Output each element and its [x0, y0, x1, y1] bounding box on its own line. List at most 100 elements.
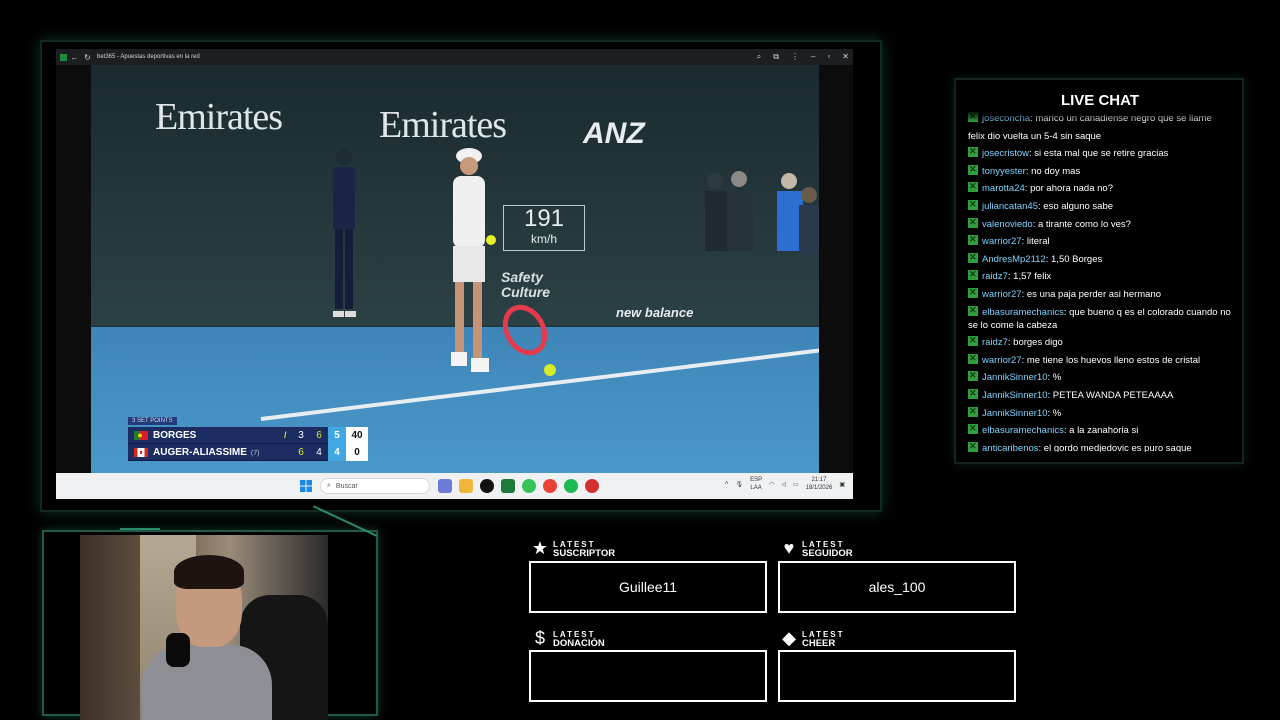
chat-username[interactable]: elbasuramechanics: [982, 425, 1064, 436]
chat-username[interactable]: JannikSinner10: [982, 390, 1048, 401]
tennis-ball-figure: [544, 364, 556, 376]
chat-username[interactable]: raidz7: [982, 337, 1008, 348]
minimize-icon[interactable]: –: [811, 52, 815, 62]
chat-badge-icon: [968, 369, 978, 382]
chat-badge-icon: [968, 233, 978, 246]
search-icon: ⌕: [327, 482, 331, 489]
latest-subscriber-header: ★ LATEST SUSCRIPTOR: [529, 538, 615, 559]
extension-icon[interactable]: ⧉: [773, 52, 779, 62]
set-points-label: 3 SET POINTS: [128, 417, 177, 425]
crowd-figure: [705, 171, 819, 255]
back-arrow-icon[interactable]: ←: [71, 53, 79, 62]
copilot-icon[interactable]: [438, 479, 452, 493]
chat-message: raidz7: 1,57 felix: [968, 268, 1233, 283]
language-indicator[interactable]: ESP LAA: [750, 476, 762, 492]
chat-text: literal: [1026, 236, 1050, 248]
player-2-name-wrap: AUGER-ALIASSIME (7): [153, 447, 284, 458]
chat-username[interactable]: marotta24: [982, 183, 1025, 194]
chat-text: eso alguno sabe: [1043, 200, 1114, 212]
chat-message: juliancatan45: eso alguno sabe: [968, 198, 1233, 213]
chat-message: marotta24: por ahora nada no?: [968, 180, 1233, 195]
portugal-flag-icon: [134, 430, 148, 440]
tiktok-icon[interactable]: [480, 479, 494, 493]
player-2-name: AUGER-ALIASSIME: [153, 446, 247, 458]
microphone-icon[interactable]: 🎙: [735, 481, 743, 488]
chat-message: elbasuramechanics: que bueno q es el col…: [968, 304, 1233, 332]
windows-taskbar: ⌕ Buscar ˄ 🎙 ESP LAA ◠ ◁ ▭ 21:17 18/1/20…: [56, 473, 853, 499]
chat-message-list[interactable]: joseconcha: marico un canadiense negro q…: [968, 112, 1233, 452]
chat-badge-icon: [968, 352, 978, 365]
restore-icon[interactable]: ▫: [827, 52, 830, 62]
frame-accent-line: [120, 528, 160, 530]
heart-icon: ♥: [783, 538, 795, 558]
chat-username[interactable]: JannikSinner10: [982, 372, 1048, 383]
chat-username[interactable]: AndresMp2112: [982, 254, 1046, 265]
battery-icon[interactable]: ▭: [793, 481, 799, 488]
chrome-icon[interactable]: [543, 479, 557, 493]
chat-text: es una paja perder asi hermano: [1026, 288, 1162, 300]
chat-badge-icon: [968, 405, 978, 418]
clock[interactable]: 21:17 18/1/2026: [806, 476, 833, 492]
close-icon[interactable]: ✕: [842, 52, 849, 62]
chat-text: no doy mas: [1031, 165, 1081, 177]
chat-username[interactable]: juliancatan45: [982, 201, 1038, 212]
reload-icon[interactable]: ↻: [84, 53, 91, 62]
chat-message: tonyyester: no doy mas: [968, 163, 1233, 178]
spotify-icon[interactable]: [564, 479, 578, 493]
chat-text: %: [1052, 372, 1062, 384]
chat-badge-icon: [968, 163, 978, 176]
chat-message: valenoviedo: a tirante como lo ves?: [968, 216, 1233, 231]
chat-username[interactable]: josecristow: [982, 148, 1029, 159]
safety-text: Safety: [501, 269, 544, 285]
star-icon: ★: [531, 538, 549, 558]
donation-label: DONACIÓN: [553, 637, 605, 649]
wifi-icon[interactable]: ◠: [769, 481, 774, 488]
latest-cheer-box: [778, 650, 1016, 702]
taskbar-apps: [438, 479, 599, 493]
zoom-icon[interactable]: ⌕: [757, 52, 761, 62]
chat-badge-icon: [968, 198, 978, 211]
player-1-set-2: 6: [316, 429, 322, 441]
tray-chevron-up-icon[interactable]: ˄: [725, 481, 729, 487]
dollar-icon: $: [534, 628, 545, 648]
chat-username[interactable]: tonyyester: [982, 166, 1026, 177]
chat-username[interactable]: warrior27: [982, 289, 1022, 300]
chat-text: a tirante como lo ves?: [1038, 218, 1131, 230]
chat-username[interactable]: warrior27: [982, 355, 1022, 366]
chat-username[interactable]: JannikSinner10: [982, 408, 1048, 419]
whatsapp-icon[interactable]: [522, 479, 536, 493]
chat-badge-icon: [968, 422, 978, 435]
notification-icon[interactable]: ▣: [839, 481, 845, 488]
chat-username[interactable]: warrior27: [982, 236, 1022, 247]
chat-username[interactable]: valenoviedo: [982, 219, 1033, 230]
chat-message: warrior27: es una paja perder asi herman…: [968, 286, 1233, 301]
bet365-app-icon[interactable]: [501, 479, 515, 493]
taskbar-search-label: Buscar: [335, 482, 358, 490]
scoreboard: 3 SET POINTS BORGES / 3 6 5 40 AUGER-ALI…: [128, 409, 368, 461]
more-menu-icon[interactable]: ⋮: [791, 52, 799, 62]
match-video[interactable]: Emirates Emirates ANZ 191 km/h Safety Cu…: [91, 65, 819, 473]
chat-username[interactable]: elbasuramechanics: [982, 307, 1064, 318]
streamer-hair: [174, 555, 244, 589]
player-2-set-2: 4: [316, 446, 322, 458]
chat-text: si esta mal que se retire gracias: [1034, 148, 1169, 160]
chat-username[interactable]: raidz7: [982, 271, 1008, 282]
chat-text: borges digo: [1013, 337, 1063, 349]
chat-badge-icon: [968, 268, 978, 281]
chat-username[interactable]: anticaribenos: [982, 443, 1039, 452]
chat-badge-icon: [968, 334, 978, 347]
tennis-player-figure: [451, 148, 496, 372]
taskbar-search-box[interactable]: ⌕ Buscar: [320, 478, 430, 494]
system-tray: ˄ 🎙 ESP LAA ◠ ◁ ▭ 21:17 18/1/2026 ▣: [725, 476, 845, 492]
windows-start-icon[interactable]: [300, 480, 312, 492]
file-explorer-icon[interactable]: [459, 479, 473, 493]
opera-gx-icon[interactable]: [585, 479, 599, 493]
volume-icon[interactable]: ◁: [781, 481, 786, 488]
latest-donation-header: $ LATEST DONACIÓN: [529, 628, 605, 649]
chat-badge-icon: [968, 286, 978, 299]
player-1-current-set: 5: [328, 426, 346, 444]
chat-message: anticaribenos: el gordo medjedovic es pu…: [968, 440, 1233, 452]
racket-figure: [502, 304, 548, 356]
webcam-feed: [80, 535, 328, 720]
subscriber-label: SUSCRIPTOR: [553, 547, 616, 559]
